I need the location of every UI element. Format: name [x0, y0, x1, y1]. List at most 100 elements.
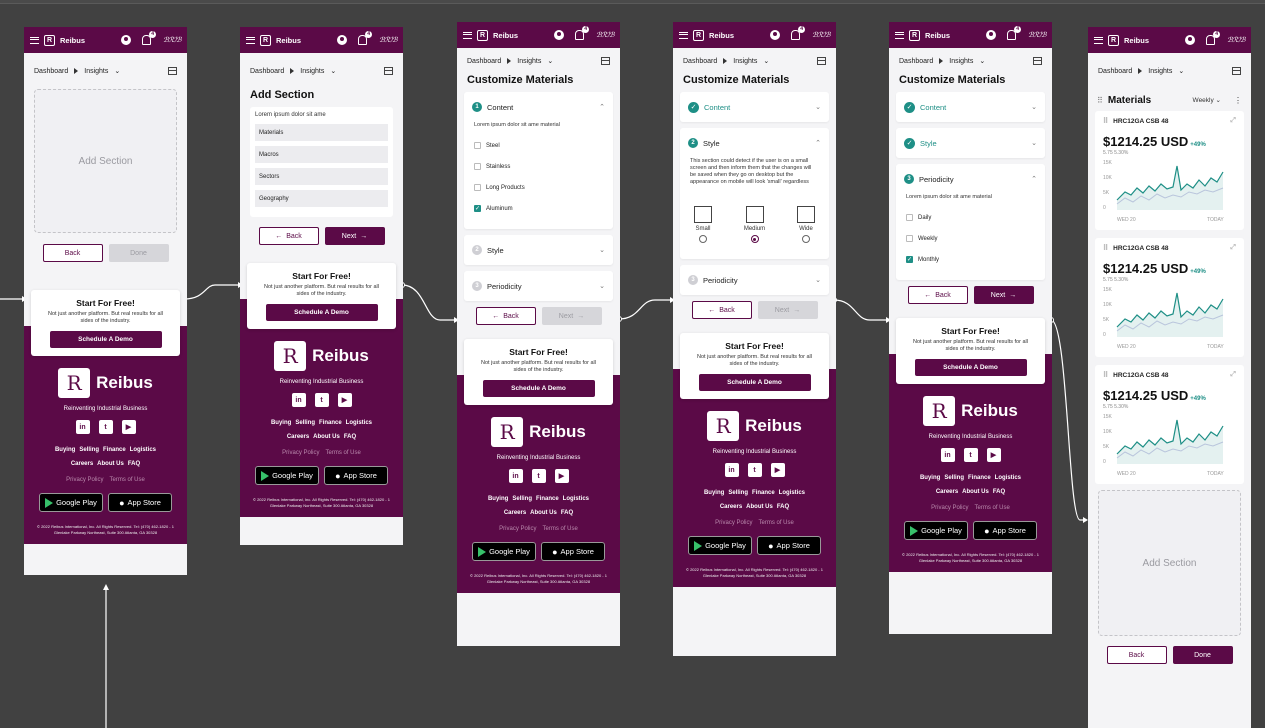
footer-link[interactable]: FAQ: [344, 434, 356, 440]
chevron-down-icon[interactable]: ⌄: [114, 67, 120, 75]
footer-link[interactable]: Selling: [295, 420, 315, 426]
checkbox-long-products[interactable]: Long Products: [474, 177, 603, 198]
footer-link[interactable]: Careers: [287, 434, 309, 440]
layout-icon[interactable]: [1232, 67, 1241, 75]
drag-handle-icon[interactable]: ⠿: [1103, 371, 1108, 379]
back-button[interactable]: ← Back: [691, 301, 752, 319]
breadcrumb-dashboard[interactable]: Dashboard: [899, 58, 933, 65]
footer-link[interactable]: Selling: [79, 447, 99, 453]
material-widget[interactable]: ⠿ HRC12GA CSB 48 ⤢ $1214.25 USD +49% 5.75 5.3…: [1095, 365, 1244, 484]
bell-icon[interactable]: 4: [358, 31, 373, 45]
next-button[interactable]: Next →: [541, 307, 602, 325]
footer-link[interactable]: Selling: [512, 496, 532, 502]
terms-link[interactable]: Terms of Use: [326, 450, 361, 456]
footer-link[interactable]: About Us: [97, 461, 124, 467]
accordion-header-content[interactable]: 1 Content ⌃: [464, 92, 613, 122]
chevron-down-icon[interactable]: ⌄: [979, 57, 985, 65]
linkedin-icon[interactable]: in: [508, 469, 523, 483]
footer-link[interactable]: FAQ: [128, 461, 140, 467]
google-play-button[interactable]: Google Play: [255, 466, 319, 485]
menu-icon[interactable]: [1094, 36, 1103, 44]
signature-icon[interactable]: ℬℛℐℬ: [596, 31, 614, 39]
chevron-down-icon[interactable]: ⌄: [1031, 139, 1037, 147]
signature-icon[interactable]: ℬℛℐℬ: [1028, 31, 1046, 39]
footer-link[interactable]: Logistics: [346, 420, 372, 426]
google-play-button[interactable]: Google Play: [904, 521, 968, 540]
more-options-icon[interactable]: ⋮: [1234, 96, 1242, 105]
done-button[interactable]: Done: [108, 244, 169, 262]
checkbox-aluminum[interactable]: ✓ Aluminum: [474, 198, 603, 219]
checkbox-daily[interactable]: Daily: [906, 207, 1035, 228]
layout-icon[interactable]: [601, 57, 610, 65]
twitter-icon[interactable]: t: [98, 420, 113, 434]
footer-link[interactable]: Buying: [920, 475, 940, 481]
logo-icon[interactable]: R: [1108, 34, 1119, 46]
drag-handle-icon[interactable]: ⠿: [1103, 244, 1108, 252]
checkbox-stainless[interactable]: Stainless: [474, 156, 603, 177]
schedule-demo-button[interactable]: Schedule A Demo: [698, 374, 811, 391]
schedule-demo-button[interactable]: Schedule A Demo: [482, 380, 595, 397]
footer-link[interactable]: Finance: [103, 447, 126, 453]
app-store-button[interactable]: ● App Store: [541, 542, 605, 561]
linkedin-icon[interactable]: in: [724, 463, 739, 477]
size-small[interactable]: Small: [694, 206, 712, 243]
privacy-link[interactable]: Privacy Policy: [66, 477, 103, 483]
back-button[interactable]: ← Back: [475, 307, 536, 325]
footer-link[interactable]: About Us: [530, 510, 557, 516]
option-materials[interactable]: Materials: [255, 124, 388, 141]
linkedin-icon[interactable]: in: [75, 420, 90, 434]
footer-link[interactable]: Logistics: [130, 447, 156, 453]
layout-icon[interactable]: [817, 57, 826, 65]
bell-icon[interactable]: 4: [1206, 31, 1221, 45]
add-section-placeholder[interactable]: Add Section: [34, 89, 177, 233]
chevron-down-icon[interactable]: ⌄: [763, 57, 769, 65]
terms-link[interactable]: Terms of Use: [975, 505, 1010, 511]
user-icon[interactable]: [770, 30, 781, 40]
chevron-down-icon[interactable]: ⌄: [815, 103, 821, 111]
layout-icon[interactable]: [168, 67, 177, 75]
add-section-placeholder[interactable]: Add Section: [1098, 490, 1241, 636]
signature-icon[interactable]: ℬℛℐℬ: [163, 36, 181, 44]
google-play-button[interactable]: Google Play: [472, 542, 536, 561]
terms-link[interactable]: Terms of Use: [759, 520, 794, 526]
chevron-down-icon[interactable]: ⌄: [599, 246, 605, 254]
back-button[interactable]: ← Back: [258, 227, 319, 245]
privacy-link[interactable]: Privacy Policy: [931, 505, 968, 511]
privacy-link[interactable]: Privacy Policy: [499, 526, 536, 532]
material-widget[interactable]: ⠿ HRC12GA CSB 48 ⤢ $1214.25 USD +49% 5.75 5.3…: [1095, 238, 1244, 357]
checkbox-weekly[interactable]: Weekly: [906, 228, 1035, 249]
accordion-header-style[interactable]: 2 Style ⌃: [680, 128, 829, 158]
menu-icon[interactable]: [246, 36, 255, 44]
schedule-demo-button[interactable]: Schedule A Demo: [265, 304, 378, 321]
footer-link[interactable]: Buying: [704, 490, 724, 496]
twitter-icon[interactable]: t: [531, 469, 546, 483]
accordion-header-periodicity[interactable]: 3 Periodicity ⌃: [896, 164, 1045, 194]
privacy-link[interactable]: Privacy Policy: [715, 520, 752, 526]
logo-icon[interactable]: R: [909, 29, 920, 41]
checkbox-monthly[interactable]: ✓ Monthly: [906, 249, 1035, 270]
accordion-header-style[interactable]: ✓ Style ⌄: [896, 128, 1045, 158]
chevron-down-icon[interactable]: ⌄: [1031, 103, 1037, 111]
menu-icon[interactable]: [895, 31, 904, 39]
footer-link[interactable]: Finance: [752, 490, 775, 496]
footer-link[interactable]: About Us: [313, 434, 340, 440]
breadcrumb-insights[interactable]: Insights: [1148, 68, 1172, 75]
radio-selected-icon[interactable]: [750, 235, 759, 243]
logo-icon[interactable]: R: [260, 34, 271, 46]
checkbox-icon[interactable]: [474, 142, 481, 149]
footer-link[interactable]: Buying: [55, 447, 75, 453]
menu-icon[interactable]: [463, 31, 472, 39]
bell-icon[interactable]: 4: [1007, 26, 1022, 40]
size-wide[interactable]: Wide: [797, 206, 815, 243]
footer-link[interactable]: Selling: [944, 475, 964, 481]
terms-link[interactable]: Terms of Use: [110, 477, 145, 483]
drag-handle-icon[interactable]: ⠿: [1103, 117, 1108, 125]
linkedin-icon[interactable]: in: [940, 448, 955, 462]
twitter-icon[interactable]: t: [747, 463, 762, 477]
footer-link[interactable]: Buying: [488, 496, 508, 502]
privacy-link[interactable]: Privacy Policy: [282, 450, 319, 456]
twitter-icon[interactable]: t: [314, 393, 329, 407]
breadcrumb-dashboard[interactable]: Dashboard: [683, 58, 717, 65]
footer-link[interactable]: Careers: [71, 461, 93, 467]
checkbox-checked-icon[interactable]: ✓: [474, 205, 481, 212]
